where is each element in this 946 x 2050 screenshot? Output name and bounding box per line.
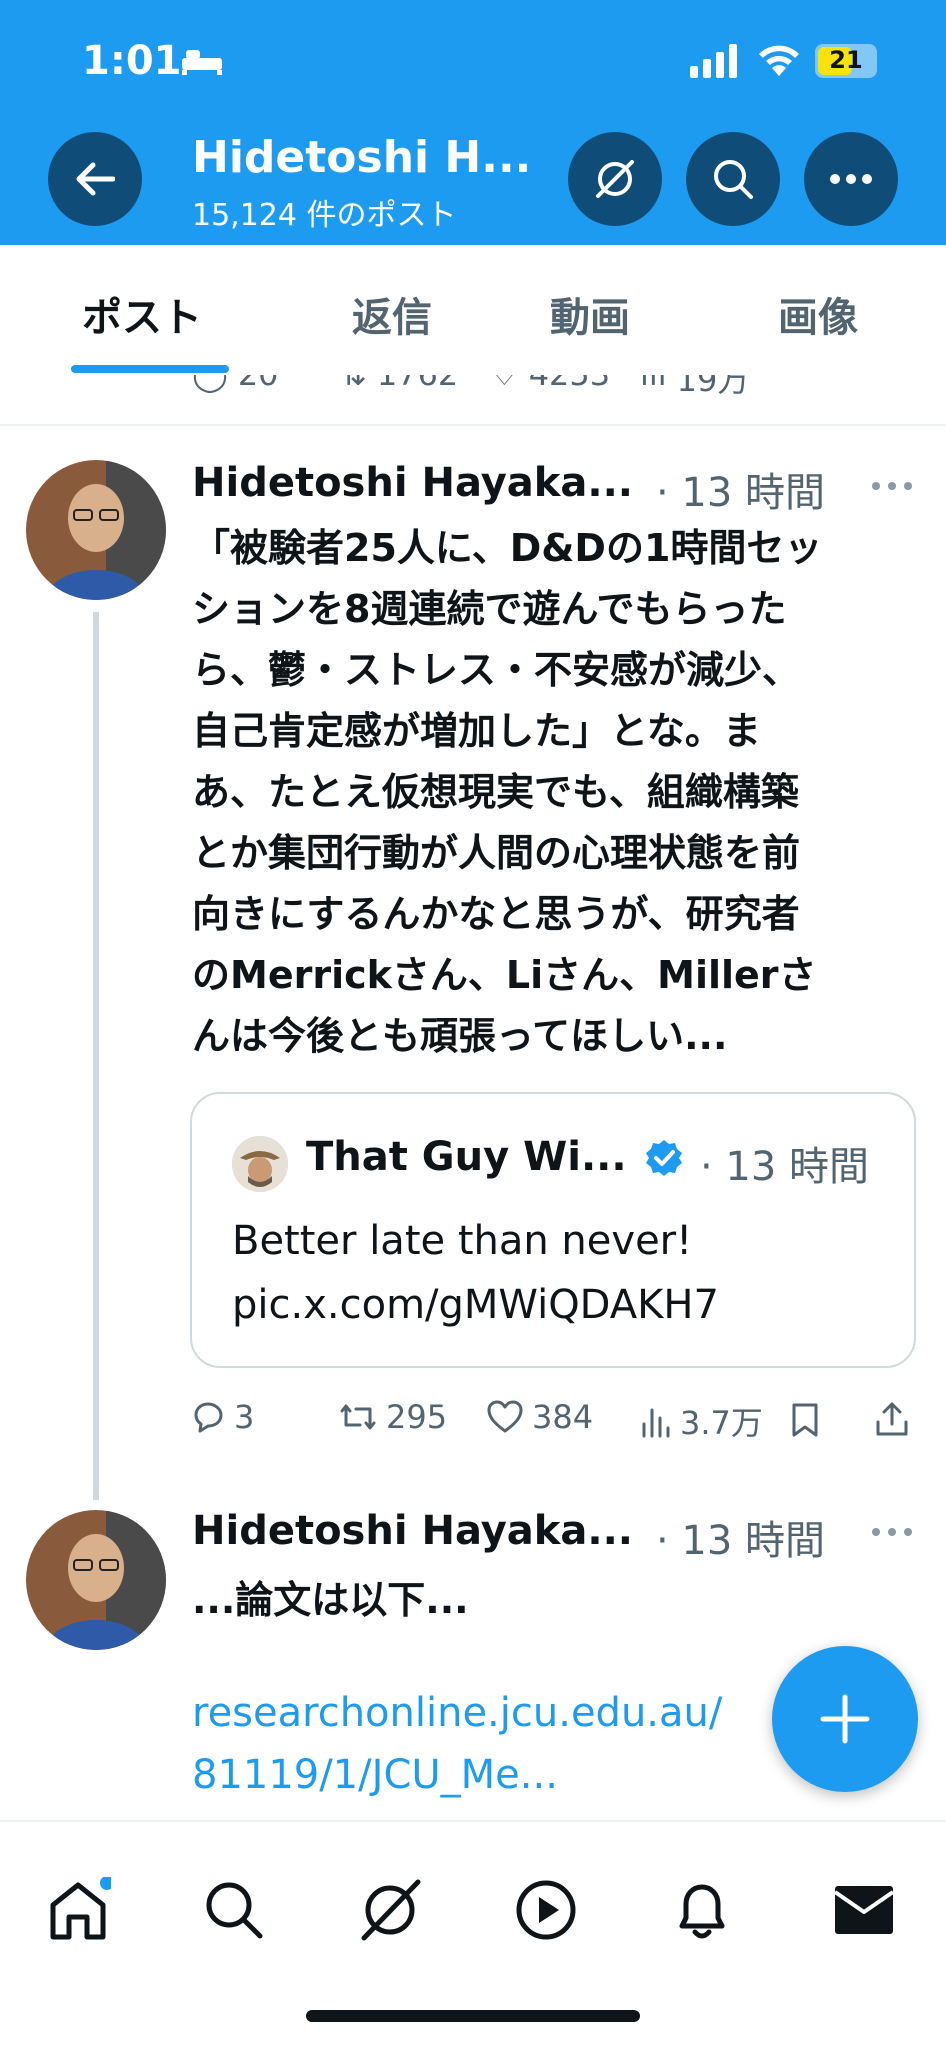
heart-icon	[487, 1400, 523, 1433]
post-time: · 13 時間	[656, 1518, 826, 1564]
wifi-icon	[759, 45, 799, 76]
like-count: 384	[532, 1398, 594, 1436]
post-link-continued[interactable]: 81119/1/JCU_Me...	[192, 1752, 558, 1798]
avatar-photo	[26, 460, 166, 600]
search-icon	[206, 1882, 263, 1939]
status-time: 1:01	[82, 38, 182, 84]
quoted-post[interactable]: That Guy Wi... · 13 時間 Better late than …	[190, 1092, 916, 1368]
reply-icon: ◯	[192, 375, 228, 393]
bookmark-icon[interactable]	[790, 1402, 820, 1438]
post-text: 「被験者25人に、D&Dの1時間セッ ションを8週連続で遊んでもらった ら、鬱・…	[192, 526, 823, 1058]
nav-notifications[interactable]	[662, 1870, 742, 1950]
avatar-photo	[26, 1510, 166, 1650]
play-icon	[516, 1880, 576, 1940]
nav-video[interactable]	[506, 1870, 586, 1950]
tab-images[interactable]: 画像	[778, 285, 858, 343]
home-icon	[50, 1877, 111, 1940]
grok-button[interactable]	[568, 132, 662, 226]
back-arrow-icon	[76, 162, 115, 196]
post-time: · 13 時間	[656, 470, 826, 516]
share-icon[interactable]	[874, 1400, 910, 1438]
reply-button[interactable]: 3	[190, 1398, 254, 1436]
battery-icon: 21	[815, 44, 877, 78]
nav-search[interactable]	[194, 1870, 274, 1950]
search-icon	[714, 160, 753, 199]
author-name[interactable]: Hidetoshi Hayaka...	[192, 460, 633, 506]
tab-replies[interactable]: 返信	[352, 285, 432, 343]
view-count: 3.7万	[680, 1404, 763, 1442]
more-button[interactable]	[804, 132, 898, 226]
verified-badge-icon	[646, 1140, 682, 1176]
like-button[interactable]: 384	[486, 1398, 593, 1436]
grok-icon	[361, 1879, 421, 1941]
grok-icon	[596, 160, 634, 198]
post-actions: 3 295 384 3.7万	[190, 1398, 916, 1448]
nav-messages[interactable]	[824, 1870, 904, 1950]
views-action[interactable]: ılı19万	[640, 375, 749, 401]
repost-action[interactable]: ⇅1762	[340, 375, 458, 393]
tab-posts[interactable]: ポスト	[82, 285, 202, 343]
quoted-post-text: Better late than never! pic.x.com/gMWiQD…	[232, 1218, 719, 1328]
avatar[interactable]	[26, 460, 166, 600]
like-action[interactable]: ♡4253	[490, 375, 610, 393]
search-button[interactable]	[686, 132, 780, 226]
profile-tabs: ポスト 返信 動画 画像	[0, 245, 946, 375]
nav-home[interactable]	[38, 1870, 118, 1950]
battery-level: 21	[829, 46, 863, 74]
thread-line	[93, 612, 99, 1500]
previous-post-actions: ◯20 ⇅1762 ♡4253 ılı19万	[0, 375, 946, 425]
author-name[interactable]: Hidetoshi Hayaka...	[192, 1508, 633, 1554]
post-more-icon[interactable]	[870, 1526, 914, 1538]
envelope-icon	[833, 1886, 895, 1934]
post-link[interactable]: researchonline.jcu.edu.au/	[192, 1690, 722, 1736]
views-button[interactable]: 3.7万	[640, 1398, 763, 1444]
avatar[interactable]	[26, 1510, 166, 1650]
nav-grok[interactable]	[350, 1870, 430, 1950]
home-indicator	[306, 2010, 640, 2022]
compose-post-button[interactable]	[772, 1646, 918, 1792]
repost-icon	[340, 1404, 376, 1430]
signal-icon	[690, 44, 737, 78]
views-icon: ılı	[640, 375, 667, 401]
sleep-focus-icon	[182, 50, 222, 75]
more-icon	[830, 174, 872, 184]
tab-videos[interactable]: 動画	[550, 285, 630, 343]
profile-name: Hidetoshi H...	[192, 132, 532, 183]
reply-count: 3	[234, 1398, 255, 1436]
views-icon	[642, 1408, 670, 1438]
quoted-author-name: That Guy Wi...	[306, 1134, 627, 1180]
heart-icon: ♡	[490, 375, 519, 393]
quoted-avatar	[232, 1136, 288, 1192]
plus-icon	[820, 1694, 870, 1744]
active-tab-indicator	[71, 365, 229, 373]
post-text: ...論文は以下...	[192, 1578, 469, 1622]
back-button[interactable]	[48, 132, 142, 226]
repost-icon: ⇅	[340, 375, 367, 393]
divider	[0, 424, 946, 426]
reply-action[interactable]: ◯20	[192, 375, 279, 393]
bell-icon	[679, 1884, 725, 1939]
post-count: 15,124 件のポスト	[192, 198, 457, 233]
post-more-icon[interactable]	[870, 480, 914, 492]
reply-icon	[194, 1402, 223, 1433]
quoted-avatar-photo	[232, 1136, 288, 1192]
quoted-post-time: · 13 時間	[700, 1144, 870, 1190]
repost-count: 295	[386, 1398, 448, 1436]
profile-header: 1:01 21 Hidetoshi H... 15,124 件のポスト	[0, 0, 946, 245]
repost-button[interactable]: 295	[338, 1398, 447, 1436]
